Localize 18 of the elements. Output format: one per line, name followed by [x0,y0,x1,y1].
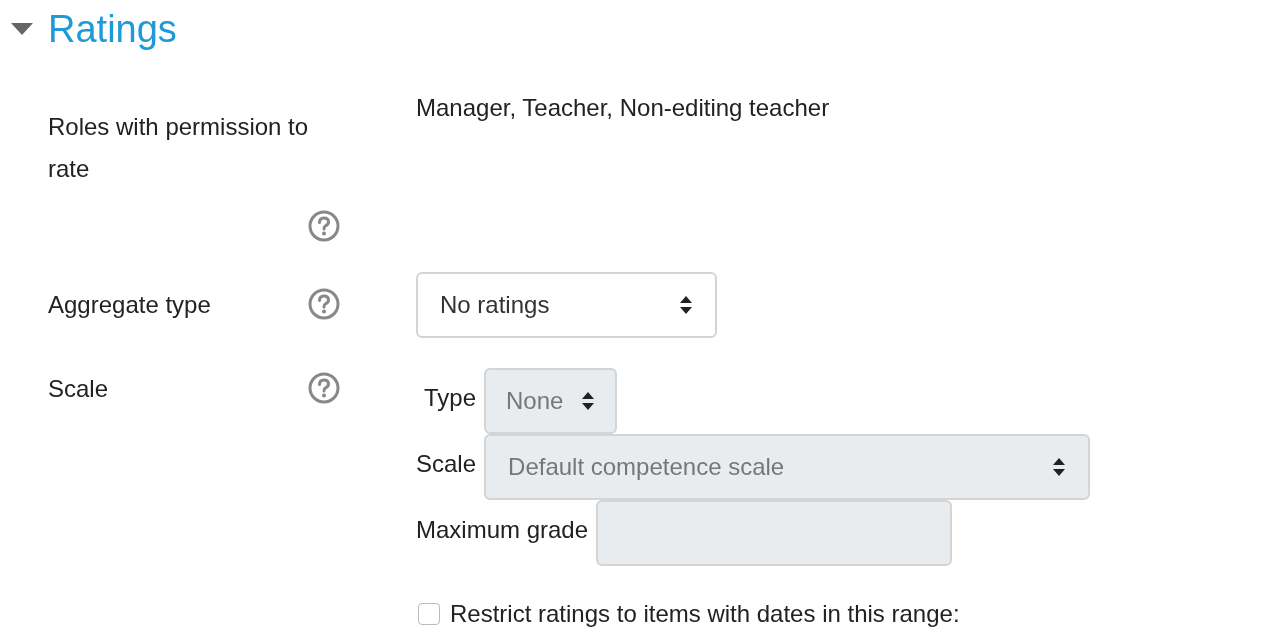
help-icon[interactable] [308,372,340,404]
up-down-arrow-icon [581,391,596,411]
section-title[interactable]: Ratings [48,7,177,51]
checkbox[interactable] [418,603,440,625]
field-label: Maximum grade [416,516,589,544]
help-icon[interactable] [308,210,340,242]
checkbox-label[interactable]: Restrict ratings to items with dates in this range: [450,600,960,628]
field-value: Manager, Teacher, Non-editing teacher [416,93,830,123]
field-label: Type [424,384,477,412]
field-label: Scale [48,374,109,404]
up-down-arrow-icon [1052,457,1067,477]
select-field[interactable]: No ratings [416,272,717,338]
field-label: Aggregate type [48,290,211,320]
field-label: Roles with permission to rate [48,112,310,184]
field-label: Scale [416,450,477,478]
up-down-arrow-icon [679,295,693,315]
caret-icon[interactable] [11,23,33,35]
help-icon[interactable] [308,288,340,320]
